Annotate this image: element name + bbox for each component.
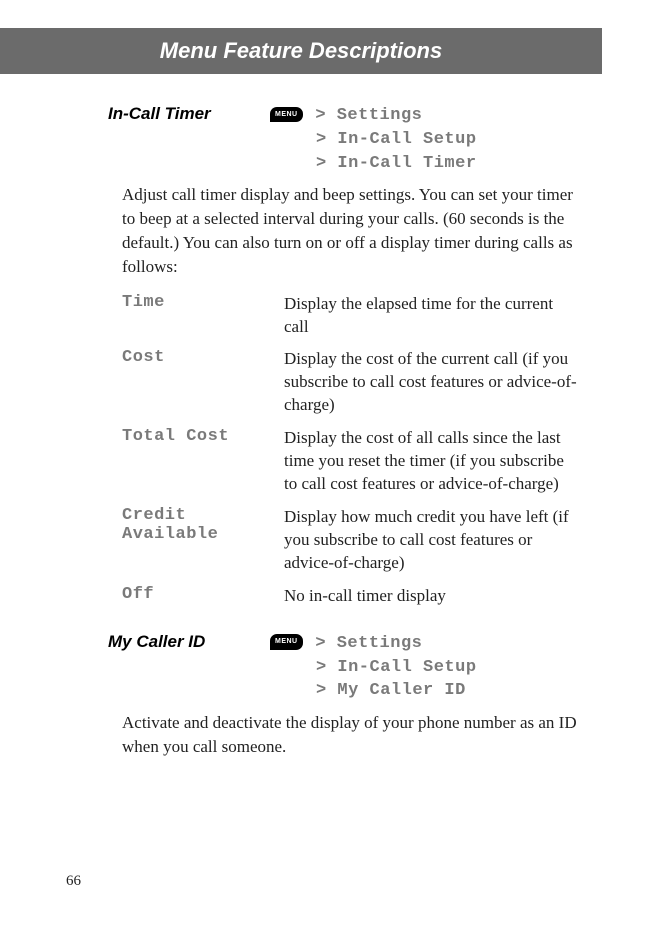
option-row: Credit Available Display how much credit… xyxy=(122,506,577,575)
page-header: Menu Feature Descriptions xyxy=(0,28,602,74)
feature-description: Activate and deactivate the display of y… xyxy=(122,711,577,759)
feature-heading: My Caller ID MENU > Settings > In-Call S… xyxy=(108,632,577,703)
feature-name: My Caller ID xyxy=(108,632,270,703)
menu-icon: MENU xyxy=(270,107,303,123)
option-desc: Display the cost of the current call (if… xyxy=(284,348,577,417)
menu-path: MENU > Settings > In-Call Setup > My Cal… xyxy=(270,632,477,703)
path-segment: Settings xyxy=(337,634,423,653)
chevron-icon: > xyxy=(316,658,327,677)
option-row: Time Display the elapsed time for the cu… xyxy=(122,293,577,339)
option-row: Total Cost Display the cost of all calls… xyxy=(122,427,577,496)
path-segment: In-Call Setup xyxy=(337,130,476,149)
feature-description: Adjust call timer display and beep setti… xyxy=(122,183,577,278)
feature-heading: In-Call Timer MENU > Settings > In-Call … xyxy=(108,104,577,175)
option-name: Cost xyxy=(122,348,284,417)
path-segment: In-Call Timer xyxy=(337,154,476,173)
menu-path: MENU > Settings > In-Call Setup > In-Cal… xyxy=(270,104,477,175)
option-desc: Display the cost of all calls since the … xyxy=(284,427,577,496)
option-name: Total Cost xyxy=(122,427,284,496)
chevron-icon: > xyxy=(316,154,327,173)
option-name: Credit Available xyxy=(122,506,284,575)
path-segment: Settings xyxy=(337,106,423,125)
menu-icon: MENU xyxy=(270,634,303,650)
option-desc: No in-call timer display xyxy=(284,585,446,608)
header-title: Menu Feature Descriptions xyxy=(160,38,442,63)
feature-name: In-Call Timer xyxy=(108,104,270,175)
chevron-icon: > xyxy=(316,681,327,700)
option-name: Time xyxy=(122,293,284,339)
option-name: Off xyxy=(122,585,284,608)
option-desc: Display how much credit you have left (i… xyxy=(284,506,577,575)
chevron-icon: > xyxy=(316,130,327,149)
path-segment: In-Call Setup xyxy=(337,658,476,677)
option-desc: Display the elapsed time for the current… xyxy=(284,293,577,339)
option-row: Off No in-call timer display xyxy=(122,585,577,608)
page-content: In-Call Timer MENU > Settings > In-Call … xyxy=(0,74,657,759)
option-row: Cost Display the cost of the current cal… xyxy=(122,348,577,417)
page-number: 66 xyxy=(66,873,81,890)
chevron-icon: > xyxy=(315,634,326,653)
chevron-icon: > xyxy=(315,106,326,125)
path-segment: My Caller ID xyxy=(337,681,465,700)
